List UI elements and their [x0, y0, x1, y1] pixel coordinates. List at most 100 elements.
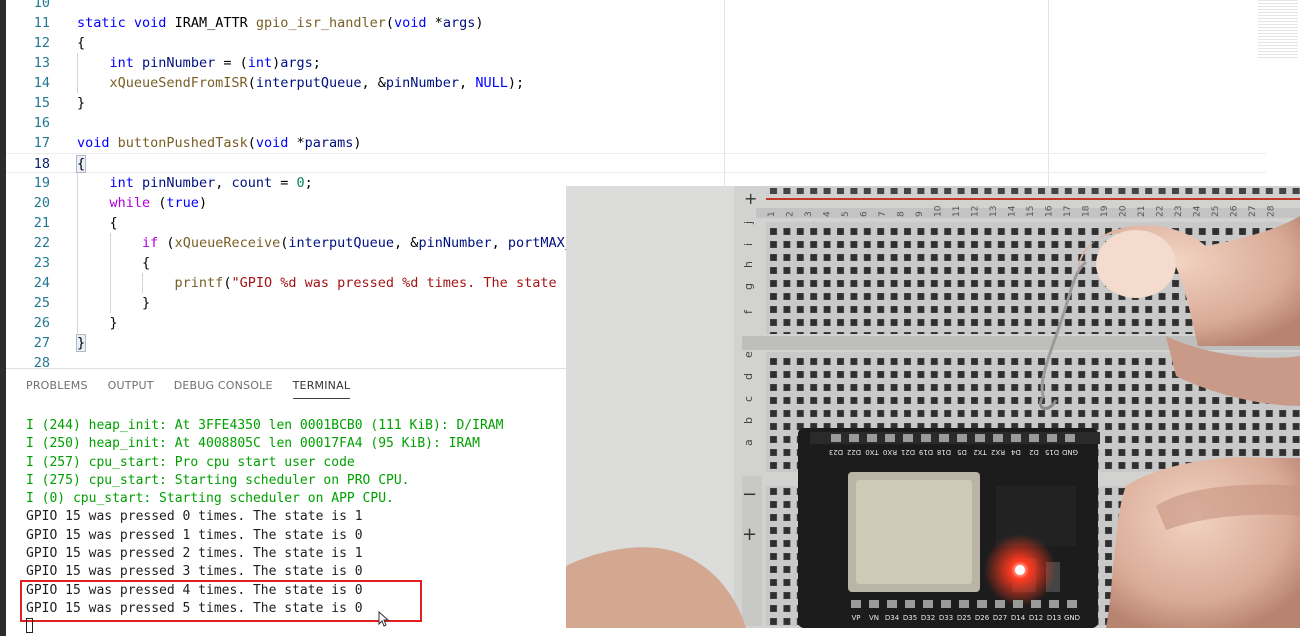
- column-number: 14: [1008, 205, 1018, 217]
- indent-guide: [77, 73, 78, 93]
- code-line[interactable]: 14 xQueueSendFromISR(interputQueue, &pin…: [6, 73, 1266, 93]
- code-line[interactable]: 12 {: [6, 33, 1266, 53]
- code-text[interactable]: }: [77, 93, 85, 113]
- code-text[interactable]: {: [75, 154, 87, 174]
- column-number: 2: [786, 211, 796, 217]
- led-icon: [1015, 565, 1025, 575]
- line-number: 20: [33, 195, 50, 211]
- column-number: 6: [860, 211, 870, 217]
- line-number: 25: [33, 295, 50, 311]
- line-number: 24: [33, 275, 50, 291]
- indent-guide: [77, 313, 78, 333]
- code-line[interactable]: 16: [6, 113, 1266, 133]
- column-number: 21: [1137, 206, 1147, 217]
- code-text[interactable]: }: [77, 313, 118, 333]
- terminal-line: I (0) cpu_start: Starting scheduler on A…: [26, 491, 394, 507]
- header-pin: [905, 600, 915, 608]
- code-text[interactable]: {: [77, 33, 85, 53]
- indent-guide: [77, 253, 78, 273]
- tab-terminal[interactable]: TERMINAL: [292, 379, 351, 399]
- line-number: 22: [33, 235, 50, 251]
- row-letter: b: [742, 417, 755, 424]
- pin-label: D21: [901, 448, 915, 456]
- indent-guide: [77, 213, 78, 233]
- line-number: 14: [33, 75, 50, 91]
- tab-output[interactable]: OUTPUT: [108, 379, 154, 399]
- header-pin: [1011, 434, 1021, 442]
- code-line[interactable]: 10: [6, 0, 1266, 13]
- code-text[interactable]: xQueueSendFromISR(interputQueue, &pinNum…: [77, 73, 525, 93]
- column-number: 9: [915, 211, 925, 217]
- code-line[interactable]: 17 void buttonPushedTask(void *params): [6, 133, 1266, 153]
- code-line[interactable]: 11 static void IRAM_ATTR gpio_isr_handler…: [6, 13, 1266, 33]
- indent-guide: [77, 273, 78, 293]
- code-text[interactable]: {: [77, 213, 118, 233]
- indent-guide: [109, 293, 111, 313]
- code-line[interactable]: 13 int pinNumber = (int)args;: [6, 53, 1266, 73]
- header-pin: [941, 600, 951, 608]
- pin-label: D26: [975, 614, 990, 622]
- column-number: 3: [804, 211, 814, 217]
- pin-label: D32: [921, 614, 935, 622]
- indent-guide: [77, 233, 78, 253]
- column-number: 22: [1156, 206, 1166, 217]
- code-text[interactable]: printf("GPIO %d was pressed %d times. Th…: [77, 273, 573, 293]
- header-pin: [977, 600, 987, 608]
- code-text[interactable]: while (true): [77, 193, 208, 213]
- column-number: 11: [952, 206, 962, 217]
- line-number: 23: [33, 255, 50, 271]
- column-number: 4: [823, 211, 833, 217]
- column-number: 13: [989, 206, 999, 217]
- header-pin: [831, 434, 841, 442]
- column-number: 24: [1193, 205, 1203, 217]
- row-letter: g: [742, 283, 755, 290]
- code-text[interactable]: {: [77, 253, 150, 273]
- row-letter: d: [742, 373, 755, 380]
- indent-guide: [77, 53, 78, 73]
- header-pin: [993, 434, 1003, 442]
- code-text[interactable]: }: [75, 333, 87, 353]
- line-number: 12: [33, 35, 50, 51]
- pin-label: D14: [1011, 614, 1026, 622]
- pin-label: D33: [939, 614, 953, 622]
- column-number: 5: [841, 211, 851, 217]
- line-number: 15: [33, 95, 50, 111]
- code-text[interactable]: static void IRAM_ATTR gpio_isr_handler(v…: [77, 13, 483, 33]
- code-text[interactable]: }: [77, 293, 150, 313]
- row-letter: c: [742, 396, 755, 402]
- terminal-line: GPIO 15 was pressed 3 times. The state i…: [26, 564, 363, 580]
- header-pin: [849, 434, 859, 442]
- header-pin: [959, 600, 969, 608]
- terminal-line: GPIO 15 was pressed 2 times. The state i…: [26, 546, 363, 562]
- code-line[interactable]: 18 {: [6, 153, 1266, 173]
- row-letter: j: [742, 221, 755, 225]
- header-pin: [1029, 434, 1039, 442]
- indent-guide: [77, 173, 78, 193]
- code-text[interactable]: void buttonPushedTask(void *params): [77, 133, 362, 153]
- indent-guide: [77, 193, 78, 213]
- header-pin: [995, 600, 1005, 608]
- terminal-line: I (250) heap_init: At 4008805C len 00017…: [26, 436, 480, 452]
- header-pin: [1065, 434, 1075, 442]
- column-number: 27: [1248, 206, 1258, 217]
- column-number: 19: [1100, 205, 1110, 217]
- header-pin: [867, 434, 877, 442]
- code-text[interactable]: int pinNumber = (int)args;: [77, 53, 321, 73]
- mouse-pointer-icon: [378, 611, 390, 627]
- line-number: 28: [33, 355, 50, 368]
- pin-label: D13: [1047, 614, 1061, 622]
- header-pin: [957, 434, 967, 442]
- code-line[interactable]: 15}: [6, 93, 1266, 113]
- header-pin: [939, 434, 949, 442]
- pin-label: RX2: [991, 448, 1005, 456]
- pin-label: D35: [903, 614, 917, 622]
- tab-debug-console[interactable]: DEBUG CONSOLE: [174, 379, 273, 399]
- code-text[interactable]: if (xQueueReceive(interputQueue, &pinNum…: [77, 233, 573, 253]
- pin-label: D2: [1029, 448, 1039, 456]
- column-number: 26: [1230, 205, 1240, 217]
- column-number: 12: [971, 206, 981, 217]
- line-number: 26: [33, 315, 50, 331]
- code-text[interactable]: int pinNumber, count = 0;: [77, 173, 313, 193]
- column-number: 17: [1063, 206, 1073, 217]
- tab-problems[interactable]: PROBLEMS: [26, 379, 88, 399]
